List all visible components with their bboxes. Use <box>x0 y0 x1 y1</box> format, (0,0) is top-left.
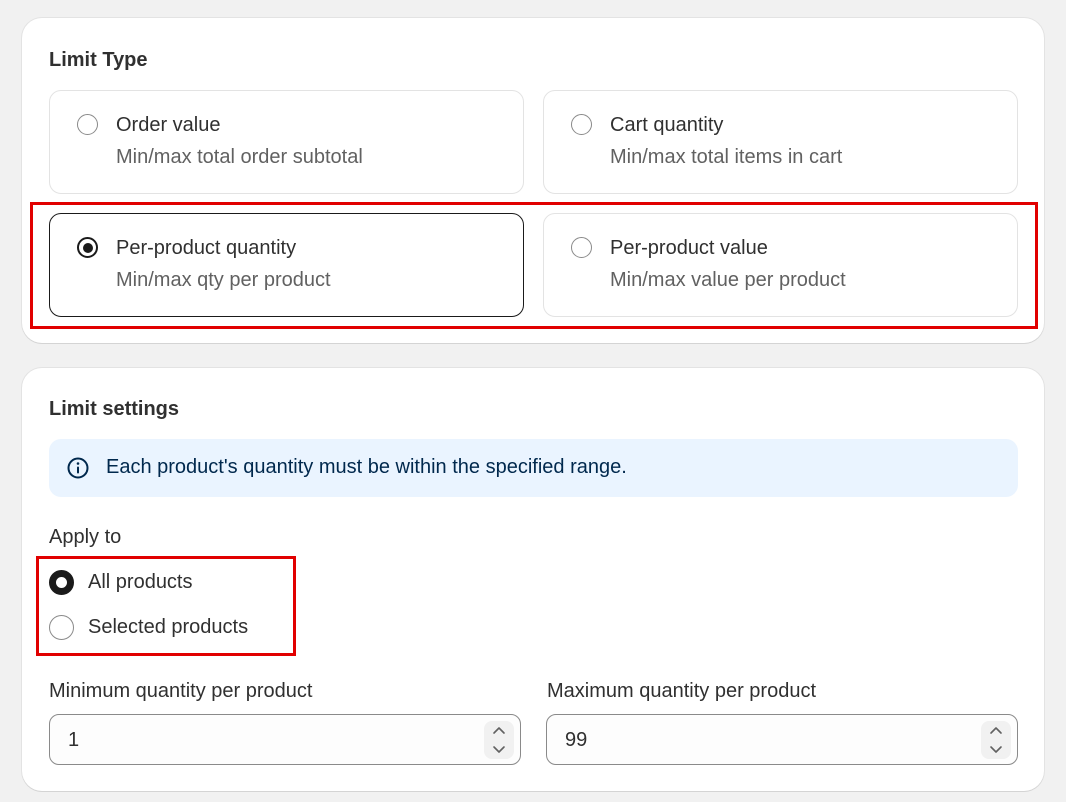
option-description: Min/max total items in cart <box>610 146 843 168</box>
option-label: Per-product value <box>610 237 768 259</box>
max-quantity-value: 99 <box>565 729 588 751</box>
radio-icon[interactable] <box>571 237 592 258</box>
option-label: Order value <box>116 114 221 136</box>
option-per-product-quantity[interactable]: Per-product quantity Min/max qty per pro… <box>49 213 524 317</box>
radio-icon[interactable] <box>49 615 74 640</box>
max-quantity-label: Maximum quantity per product <box>547 680 817 702</box>
limit-settings-card: Limit settings Each product's quantity m… <box>22 368 1044 791</box>
limit-settings-title: Limit settings <box>49 398 180 420</box>
radio-selected-icon[interactable] <box>49 570 74 595</box>
info-banner: Each product's quantity must be within t… <box>49 439 1018 497</box>
chevron-up-icon[interactable] <box>981 721 1011 740</box>
option-cart-quantity[interactable]: Cart quantity Min/max total items in car… <box>543 90 1018 194</box>
limit-type-title: Limit Type <box>49 49 148 71</box>
max-quantity-stepper[interactable] <box>981 721 1011 759</box>
option-description: Min/max qty per product <box>116 269 331 291</box>
apply-to-label: Apply to <box>49 526 122 548</box>
max-quantity-input[interactable]: 99 <box>546 714 1018 765</box>
radio-selected-icon[interactable] <box>77 237 98 258</box>
chevron-up-icon[interactable] <box>484 721 514 740</box>
min-quantity-stepper[interactable] <box>484 721 514 759</box>
min-quantity-input[interactable]: 1 <box>49 714 521 765</box>
option-order-value[interactable]: Order value Min/max total order subtotal <box>49 90 524 194</box>
option-label: Per-product quantity <box>116 237 297 259</box>
option-per-product-value[interactable]: Per-product value Min/max value per prod… <box>543 213 1018 317</box>
min-quantity-label: Minimum quantity per product <box>49 680 313 702</box>
option-description: Min/max value per product <box>610 269 846 291</box>
radio-icon[interactable] <box>77 114 98 135</box>
option-label: Cart quantity <box>610 114 724 136</box>
info-banner-text: Each product's quantity must be within t… <box>106 456 627 478</box>
chevron-down-icon[interactable] <box>981 740 1011 759</box>
apply-option-label: All products <box>88 571 193 593</box>
chevron-down-icon[interactable] <box>484 740 514 759</box>
min-quantity-value: 1 <box>68 729 80 751</box>
option-description: Min/max total order subtotal <box>116 146 363 168</box>
limit-type-card: Limit Type Order value Min/max total ord… <box>22 18 1044 343</box>
info-icon <box>67 457 89 479</box>
apply-option-label: Selected products <box>88 616 249 638</box>
radio-icon[interactable] <box>571 114 592 135</box>
